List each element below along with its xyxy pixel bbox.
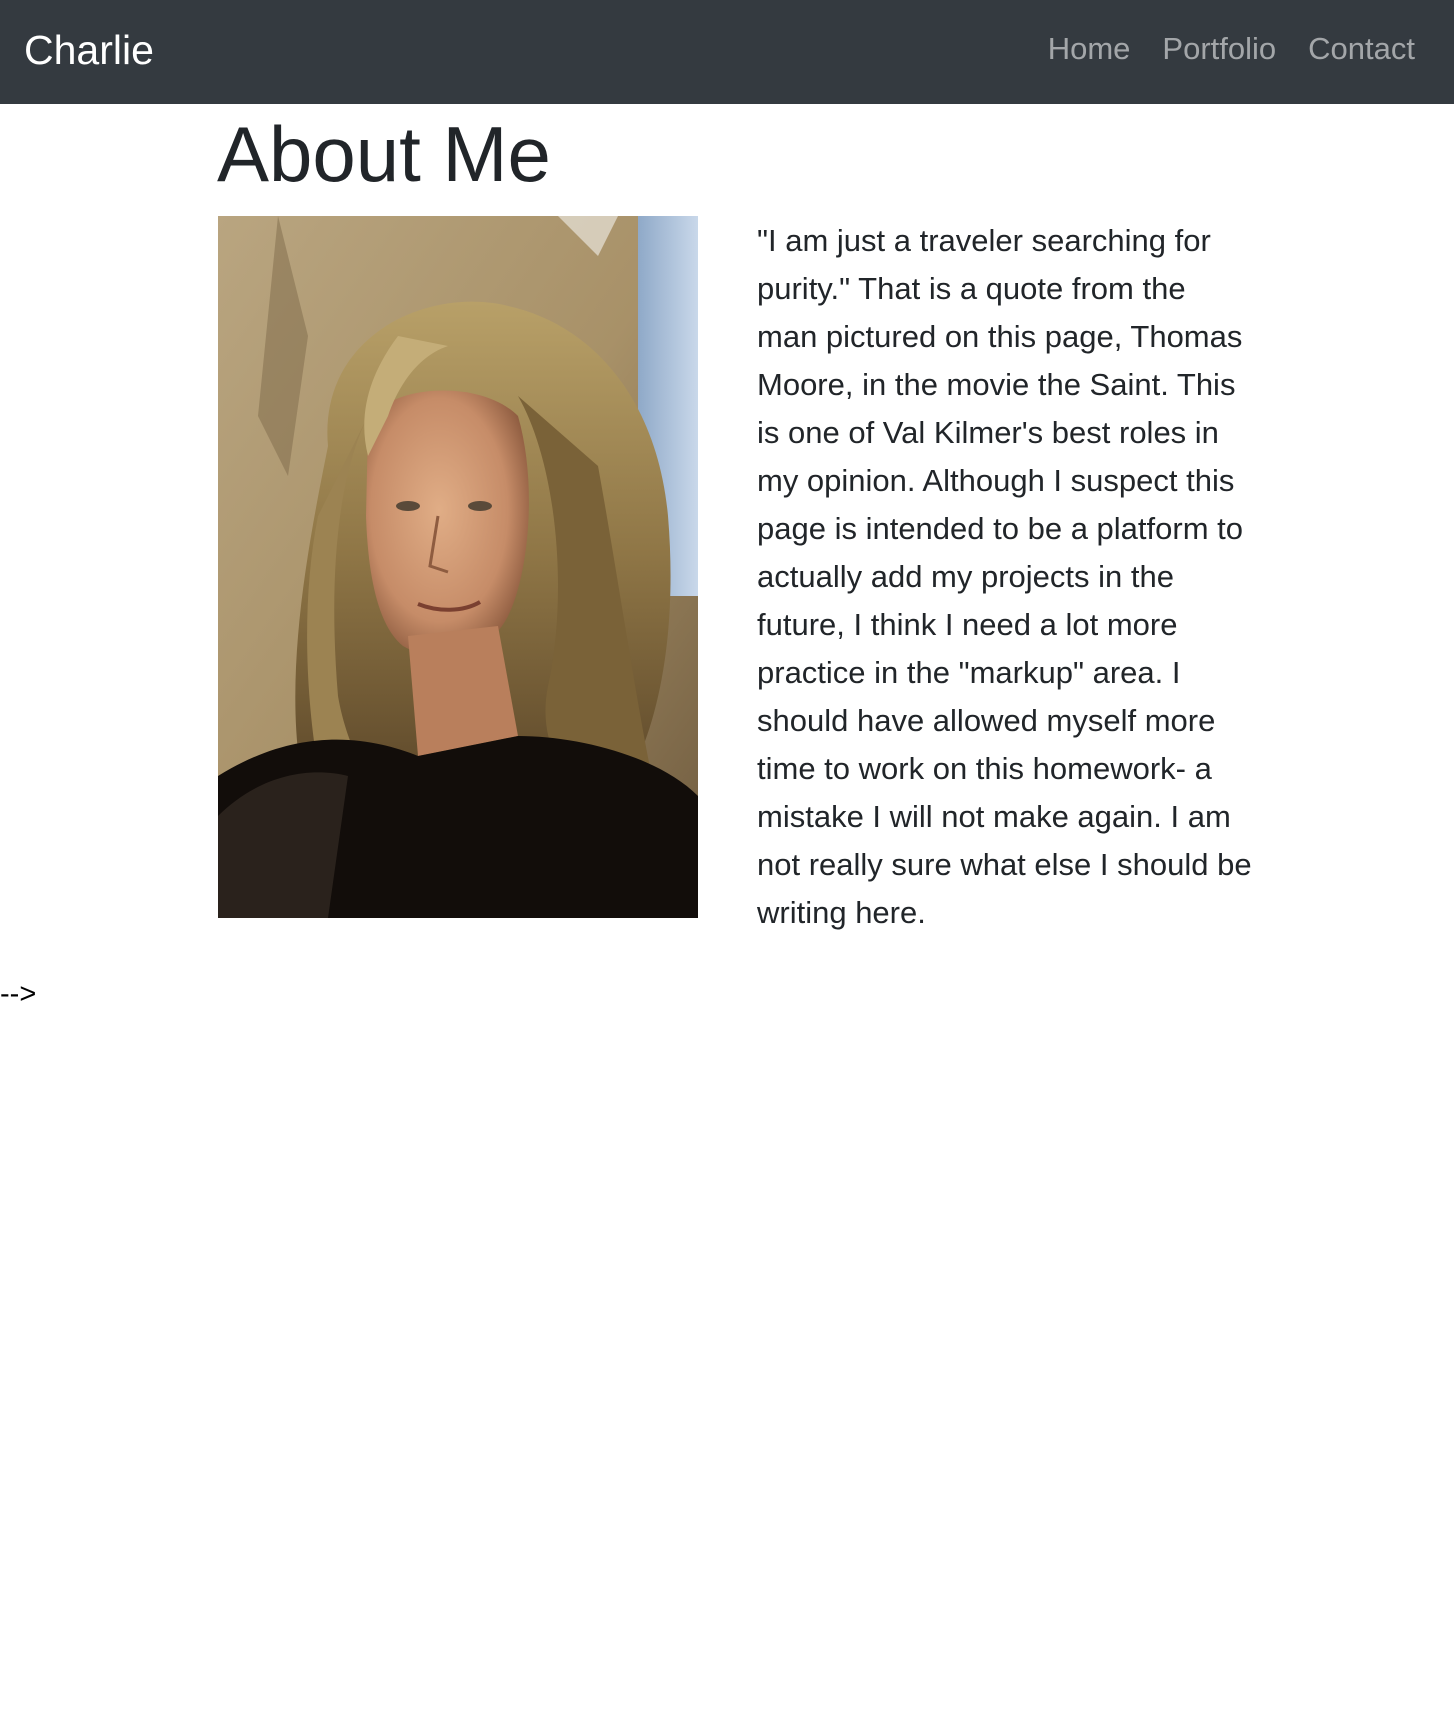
nav-link-contact[interactable]: Contact <box>1308 29 1415 69</box>
nav-links: Home Portfolio Contact <box>1048 29 1415 69</box>
stray-text: --> <box>0 978 37 1010</box>
bio-paragraph: "I am just a traveler searching for puri… <box>757 223 1252 930</box>
page-title: About Me <box>217 110 551 198</box>
nav-link-portfolio[interactable]: Portfolio <box>1162 29 1276 69</box>
brand-link[interactable]: Charlie <box>24 26 154 74</box>
navbar: Charlie Home Portfolio Contact <box>0 0 1454 104</box>
portrait-image <box>218 216 698 918</box>
nav-link-home[interactable]: Home <box>1048 29 1131 69</box>
